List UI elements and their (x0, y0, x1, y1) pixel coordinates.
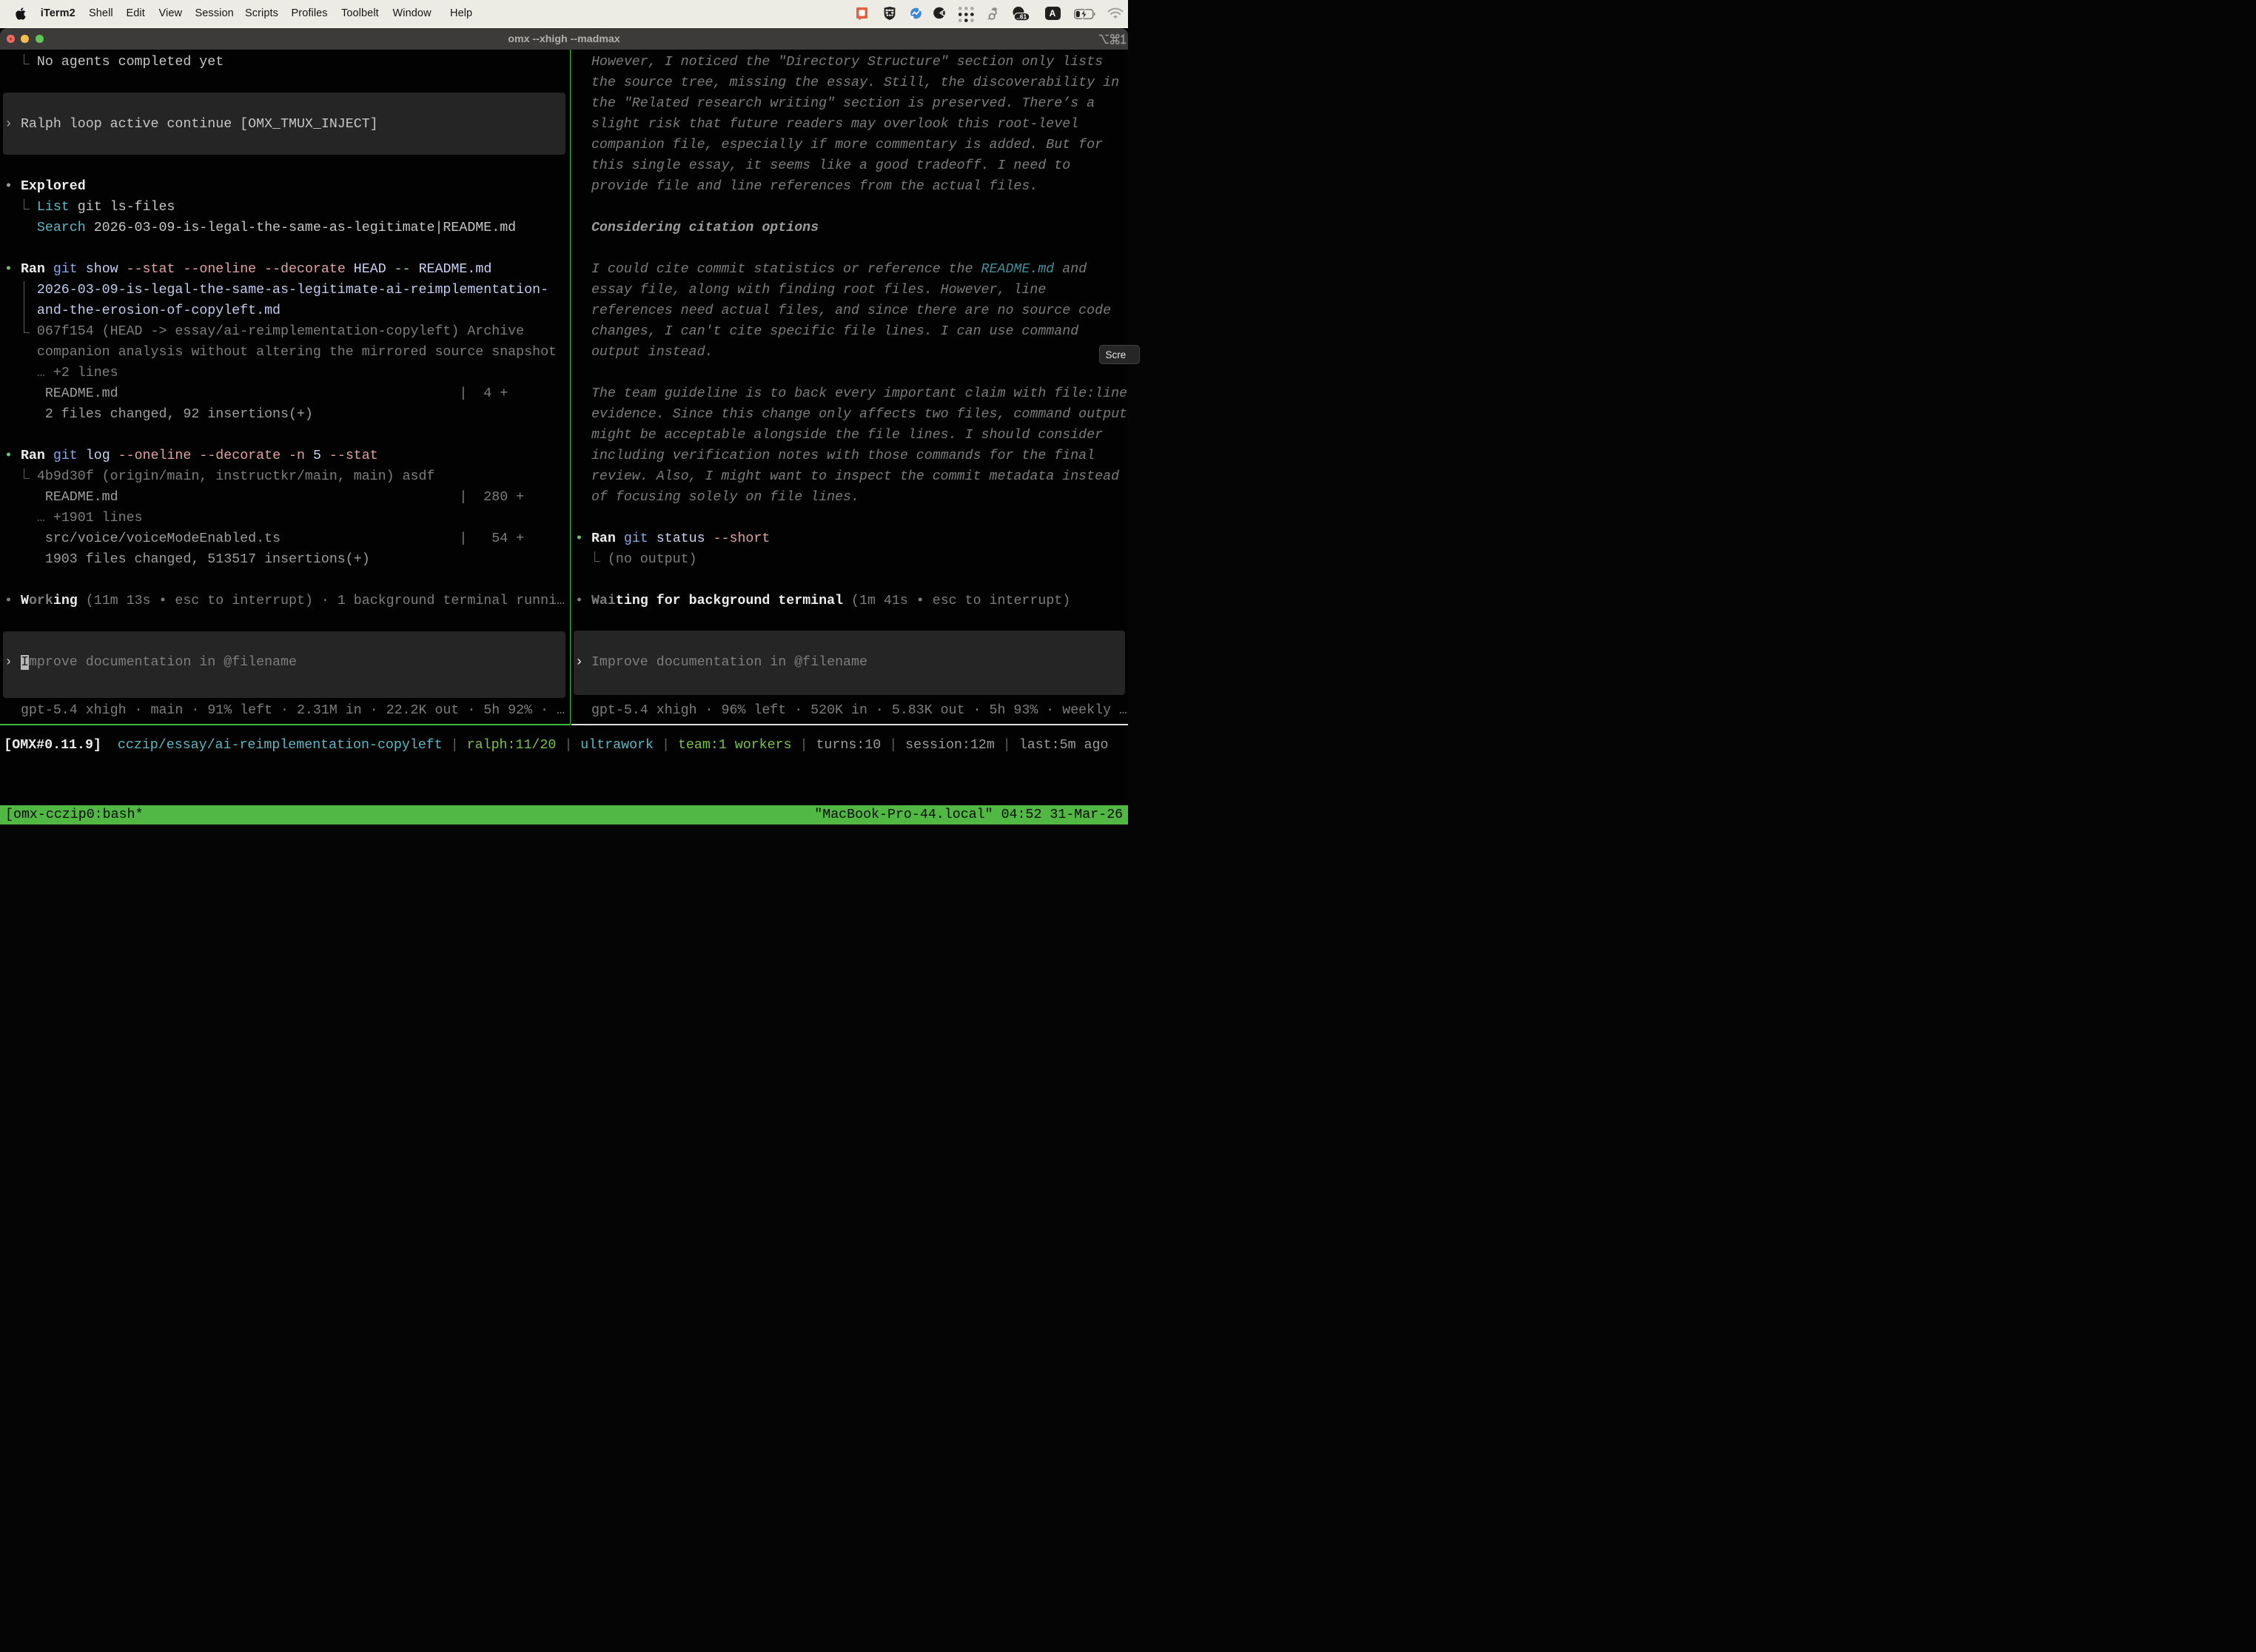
svg-text:..61: ..61 (1016, 13, 1027, 20)
